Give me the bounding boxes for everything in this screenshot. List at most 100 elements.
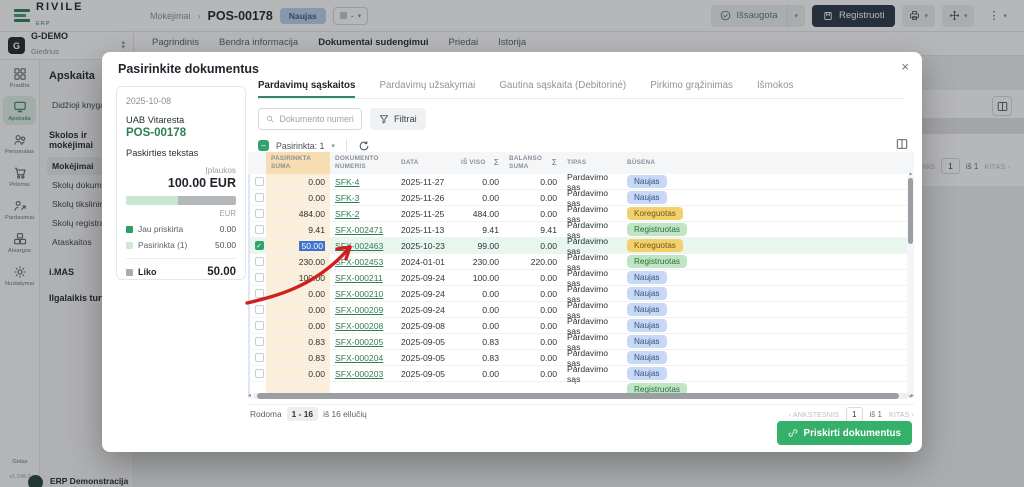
cell-selected-amount[interactable]: 0.83 [266, 334, 330, 349]
cell-filler [686, 254, 914, 269]
col-type[interactable]: TIPAS [562, 152, 622, 174]
modal-tab-pirkimo-grąžinimas[interactable]: Pirkimo grąžinimas [650, 74, 733, 98]
horizontal-scrollbar[interactable]: ◂ ▸ [248, 392, 914, 399]
row-checkbox-cell [250, 366, 266, 381]
cell-selected-amount[interactable]: 0.00 [266, 190, 330, 205]
app-root: RIVILEERP Mokėjimai › POS-00178 Naujas -… [0, 0, 1024, 487]
document-link[interactable]: SFX-000204 [335, 353, 383, 363]
row-checkbox[interactable]: ✓ [255, 241, 264, 250]
sum-icon[interactable]: Σ [552, 158, 557, 168]
document-link[interactable]: SFX-000211 [335, 273, 383, 283]
row-checkbox[interactable] [255, 257, 264, 266]
cell-selected-amount[interactable]: 230.00 [266, 254, 330, 269]
row-checkbox-cell [250, 206, 266, 221]
document-search[interactable] [258, 108, 362, 130]
cell-balance: 0.00 [504, 174, 562, 189]
row-checkbox[interactable] [255, 193, 264, 202]
document-link[interactable]: SFX-000203 [335, 369, 383, 379]
cell-balance: 0.00 [504, 334, 562, 349]
scroll-right-icon[interactable]: ▸ [911, 393, 914, 399]
document-link[interactable]: SFK-2 [335, 209, 359, 219]
document-link[interactable]: SFX-000205 [335, 337, 383, 347]
cell-balance: 9.41 [504, 222, 562, 237]
selected-count-label: Pasirinkta: 1 [276, 141, 324, 151]
scrollbar-thumb[interactable] [257, 393, 899, 399]
select-all-checkbox[interactable]: – [258, 140, 269, 151]
scroll-up-icon[interactable]: ▲ [907, 172, 914, 177]
col-total[interactable]: IŠ VISOΣ [456, 152, 504, 174]
document-link[interactable]: SFX-002463 [335, 241, 383, 251]
cell-date: 2025-09-24 [396, 270, 456, 285]
col-date[interactable]: DATA [396, 152, 456, 174]
cell-date: 2025-09-24 [396, 286, 456, 301]
cell-date: 2025-09-05 [396, 334, 456, 349]
modal-tab-gautina-sąskaita-debitorinė-[interactable]: Gautina sąskaita (Debitorinė) [499, 74, 626, 98]
vertical-scrollbar[interactable]: ▲ ▼ [907, 174, 914, 398]
purpose-text: Paskirties tekstas [126, 148, 236, 158]
row-checkbox-cell [250, 222, 266, 237]
document-link[interactable]: SFX-000209 [335, 305, 383, 315]
document-link[interactable]: SFX-000208 [335, 321, 383, 331]
row-checkbox[interactable] [255, 305, 264, 314]
cell-balance: 0.00 [504, 206, 562, 221]
search-input[interactable] [279, 114, 354, 124]
scrollbar-thumb[interactable] [908, 178, 913, 244]
cell-selected-amount[interactable]: 0.00 [266, 318, 330, 333]
document-link[interactable]: SFK-4 [335, 177, 359, 187]
row-checkbox[interactable] [255, 225, 264, 234]
document-link[interactable]: SFK-3 [335, 193, 359, 203]
col-selected-amount[interactable]: PASIRINKTA SUMA [266, 152, 330, 174]
row-checkbox[interactable] [255, 369, 264, 378]
document-link[interactable]: SFX-000210 [335, 289, 383, 299]
cell-selected-amount[interactable]: 100.00 [266, 270, 330, 285]
next-page-label[interactable]: KITAS › [889, 410, 914, 419]
legend-value: 50.00 [207, 266, 236, 278]
cell-selected-amount[interactable]: 9.41 [266, 222, 330, 237]
refresh-icon[interactable] [358, 140, 370, 152]
modal-tab-išmokos[interactable]: Išmokos [757, 74, 793, 98]
cell-selected-amount[interactable]: 0.00 [266, 302, 330, 317]
sum-icon[interactable]: Σ [494, 158, 499, 168]
col-balance[interactable]: BALANSO SUMAΣ [504, 152, 562, 174]
cell-status: Naujas [622, 302, 686, 317]
cell-selected-amount[interactable]: 0.00 [266, 366, 330, 381]
legend-row-pasirinkta-1-: Pasirinkta (1)50.00 [126, 240, 236, 250]
payment-doc-link[interactable]: POS-00178 [126, 127, 236, 139]
modal-tab-pardavimų-užsakymai[interactable]: Pardavimų užsakymai [379, 74, 475, 98]
row-checkbox[interactable] [255, 209, 264, 218]
legend-row-liko: Liko50.00 [126, 258, 236, 278]
assign-documents-button[interactable]: Priskirti dokumentus [777, 421, 912, 445]
scroll-left-icon[interactable]: ◂ [248, 393, 251, 399]
row-checkbox[interactable] [255, 273, 264, 282]
cell-total: 0.00 [456, 366, 504, 381]
close-icon[interactable]: × [901, 59, 909, 74]
col-status[interactable]: BŪSENA [622, 152, 686, 174]
cell-balance: 0.00 [504, 350, 562, 365]
row-checkbox[interactable] [255, 353, 264, 362]
legend-label: Jau priskirta [138, 224, 183, 234]
col-document-number[interactable]: DOKUMENTO NUMERIS [330, 152, 396, 174]
link-icon [788, 428, 798, 438]
cell-selected-amount[interactable]: 50.00 [266, 238, 330, 253]
row-range: 1 - 16 [287, 407, 318, 421]
document-link[interactable]: SFX-002471 [335, 225, 383, 235]
cell-document-number: SFX-000209 [330, 302, 396, 317]
row-checkbox[interactable] [255, 289, 264, 298]
document-link[interactable]: SFX-002453 [335, 257, 383, 267]
cell-selected-amount[interactable]: 0.83 [266, 350, 330, 365]
row-checkbox[interactable] [255, 321, 264, 330]
cell-selected-amount[interactable]: 0.00 [266, 286, 330, 301]
divider [346, 139, 347, 152]
cell-selected-amount[interactable]: 0.00 [266, 174, 330, 189]
inflow-value: 100.00 EUR [126, 176, 236, 190]
filter-button[interactable]: Filtrai [370, 108, 426, 130]
prev-page-label[interactable]: ‹ ANKSTESNIS [789, 410, 839, 419]
current-page[interactable]: 1 [846, 407, 863, 422]
chevron-down-icon[interactable]: ▾ [331, 142, 335, 150]
modal-tab-pardavimų-sąskaitos[interactable]: Pardavimų sąskaitos [258, 74, 355, 98]
row-checkbox[interactable] [255, 337, 264, 346]
highlighted-amount[interactable]: 50.00 [299, 241, 325, 251]
row-checkbox[interactable] [255, 177, 264, 186]
cell-selected-amount[interactable]: 484.00 [266, 206, 330, 221]
modal-title: Pasirinkite dokumentus [118, 62, 259, 76]
